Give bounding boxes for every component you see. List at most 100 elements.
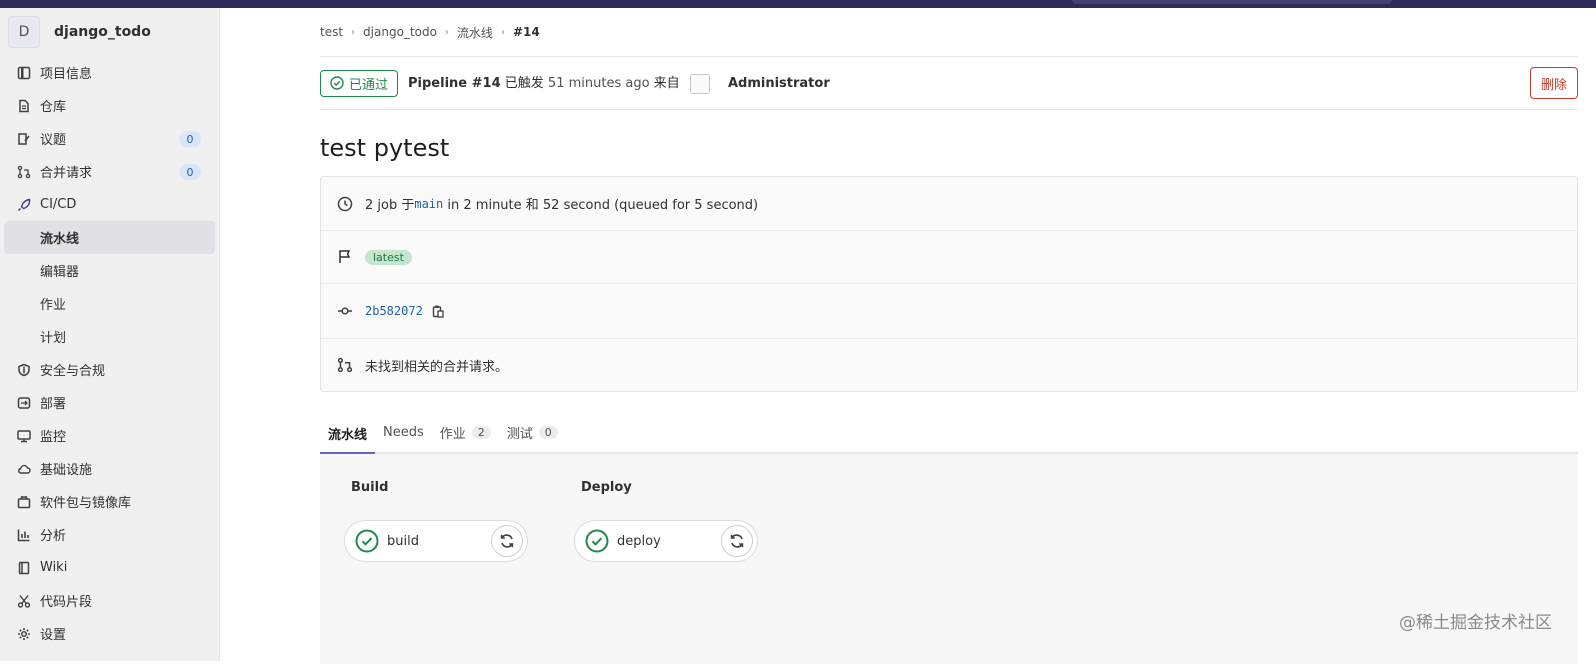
sidebar-item-label: 设置 — [40, 628, 67, 643]
breadcrumb-item[interactable]: django_todo — [363, 25, 437, 39]
pipeline-info-card: 2 job 于 main in 2 minute 和 52 second (que… — [320, 176, 1578, 392]
sidebar-item-ci-cd[interactable]: CI/CD — [4, 188, 215, 221]
user-avatar[interactable] — [689, 73, 710, 94]
main-content: test › django_todo › 流水线 › #14 已通过 Pipeline… — [320, 8, 1578, 664]
issues-icon — [16, 131, 32, 147]
chart-icon — [16, 527, 32, 543]
delete-button[interactable]: 删除 — [1529, 67, 1578, 99]
cloud-icon — [16, 461, 32, 477]
rocket-icon — [16, 197, 32, 213]
sidebar-item-packages[interactable]: 软件包与镜像库 — [4, 485, 215, 518]
sidebar-item-label: 流水线 — [40, 232, 80, 247]
check-circle-icon — [330, 76, 344, 90]
flag-icon — [337, 249, 353, 265]
job-deploy[interactable]: deploy — [574, 520, 758, 562]
sidebar-item-settings[interactable]: 设置 — [4, 617, 215, 650]
breadcrumb-current[interactable]: #14 — [513, 25, 540, 39]
status-badge[interactable]: 已通过 — [320, 69, 399, 97]
tab-label: 流水线 — [328, 427, 368, 443]
tab-count: 0 — [538, 425, 558, 439]
merge-request-icon — [16, 164, 32, 180]
sidebar-item-label: 监控 — [40, 430, 67, 445]
sidebar-item-monitor[interactable]: 监控 — [4, 419, 215, 452]
commit-row: 2b582072 — [321, 284, 1577, 339]
sidebar-item-label: 代码片段 — [40, 595, 93, 610]
sidebar-item-label: 安全与合规 — [40, 364, 106, 379]
tab-tests[interactable]: 测试 0 — [499, 412, 566, 452]
sidebar-item-label: 议题 — [40, 133, 67, 148]
job-build[interactable]: build — [344, 520, 528, 562]
sidebar-project[interactable]: D django_todo — [0, 8, 219, 56]
project-avatar: D — [8, 16, 40, 48]
retry-icon[interactable] — [491, 525, 523, 557]
tab-label: 测试 — [506, 426, 533, 442]
tab-pipeline[interactable]: 流水线 — [320, 414, 376, 454]
top-search-bar[interactable] — [1072, 0, 1392, 4]
pipeline-graph: Build build Deploy deploy — [320, 454, 1578, 664]
sidebar-item-label: 分析 — [40, 529, 67, 544]
copy-icon[interactable] — [431, 304, 445, 318]
project-name: django_todo — [54, 24, 151, 40]
issues-count-badge: 0 — [179, 131, 201, 147]
sidebar-item-label: 软件包与镜像库 — [40, 496, 132, 511]
stage-title-build: Build — [351, 480, 389, 495]
jobs-prefix: 2 job 于 — [365, 198, 415, 213]
gear-icon — [16, 626, 32, 642]
sidebar-item-schedules[interactable]: 计划 — [4, 320, 215, 353]
sidebar-item-issues[interactable]: 议题 0 — [4, 122, 215, 155]
sidebar-item-security[interactable]: 安全与合规 — [4, 353, 215, 386]
tab-needs[interactable]: Needs — [375, 412, 432, 452]
sidebar-item-snippets[interactable]: 代码片段 — [4, 584, 215, 617]
chevron-right-icon: › — [444, 26, 449, 38]
from-label: 来自 — [653, 76, 680, 92]
sidebar-item-repository[interactable]: 仓库 — [4, 89, 215, 122]
status-label: 已通过 — [349, 77, 389, 93]
sidebar: D django_todo 项目信息 仓库 议题 0 合并请求 0 CI/CD … — [0, 8, 220, 661]
user-name[interactable]: Administrator — [728, 76, 830, 91]
retry-icon[interactable] — [721, 525, 753, 557]
sidebar-item-label: 部署 — [40, 397, 67, 412]
triggered-label: 已触发 — [504, 76, 544, 92]
commit-sha-link[interactable]: 2b582072 — [365, 304, 423, 318]
pipeline-name: Pipeline #14 — [408, 76, 501, 92]
breadcrumb: test › django_todo › 流水线 › #14 — [320, 8, 1578, 56]
repository-icon — [16, 98, 32, 114]
tags-row: latest — [321, 231, 1577, 284]
merge-request-row: 未找到相关的合并请求。 — [321, 339, 1577, 391]
chevron-right-icon: › — [500, 26, 505, 38]
sidebar-item-analytics[interactable]: 分析 — [4, 518, 215, 551]
tab-jobs[interactable]: 作业 2 — [432, 412, 499, 452]
check-circle-icon — [585, 529, 609, 553]
branch-link[interactable]: main — [414, 197, 443, 211]
sidebar-item-editor[interactable]: 编辑器 — [4, 254, 215, 287]
top-navbar — [0, 0, 1596, 8]
job-name: deploy — [617, 533, 661, 549]
merge-request-icon — [337, 357, 353, 373]
breadcrumb-item[interactable]: test — [320, 25, 343, 39]
triggered-time: 51 minutes ago — [547, 76, 650, 92]
sidebar-item-project-info[interactable]: 项目信息 — [4, 56, 215, 89]
duration-row: 2 job 于 main in 2 minute 和 52 second (que… — [321, 177, 1577, 231]
check-circle-icon — [355, 529, 379, 553]
tab-count: 2 — [471, 425, 491, 439]
scissors-icon — [16, 593, 32, 609]
latest-badge: latest — [365, 249, 412, 265]
clock-icon — [337, 196, 353, 212]
shield-icon — [16, 362, 32, 378]
sidebar-nav: 项目信息 仓库 议题 0 合并请求 0 CI/CD 流水线 编辑器 作业 计划 … — [0, 56, 219, 650]
page-title: test pytest — [320, 134, 450, 162]
sidebar-item-deployments[interactable]: 部署 — [4, 386, 215, 419]
sidebar-item-wiki[interactable]: Wiki — [4, 551, 215, 584]
monitor-icon — [16, 428, 32, 444]
chevron-right-icon: › — [351, 26, 356, 38]
sidebar-item-merge-requests[interactable]: 合并请求 0 — [4, 155, 215, 188]
sidebar-item-jobs[interactable]: 作业 — [4, 287, 215, 320]
deploy-icon — [16, 395, 32, 411]
sidebar-item-label: 作业 — [40, 298, 67, 313]
sidebar-item-pipelines[interactable]: 流水线 — [4, 221, 215, 254]
watermark: @稀土掘金技术社区 — [1399, 613, 1552, 633]
sidebar-item-label: 合并请求 — [40, 166, 93, 181]
breadcrumb-item[interactable]: 流水线 — [457, 24, 493, 41]
sidebar-item-infrastructure[interactable]: 基础设施 — [4, 452, 215, 485]
sidebar-item-label: 计划 — [40, 331, 67, 346]
